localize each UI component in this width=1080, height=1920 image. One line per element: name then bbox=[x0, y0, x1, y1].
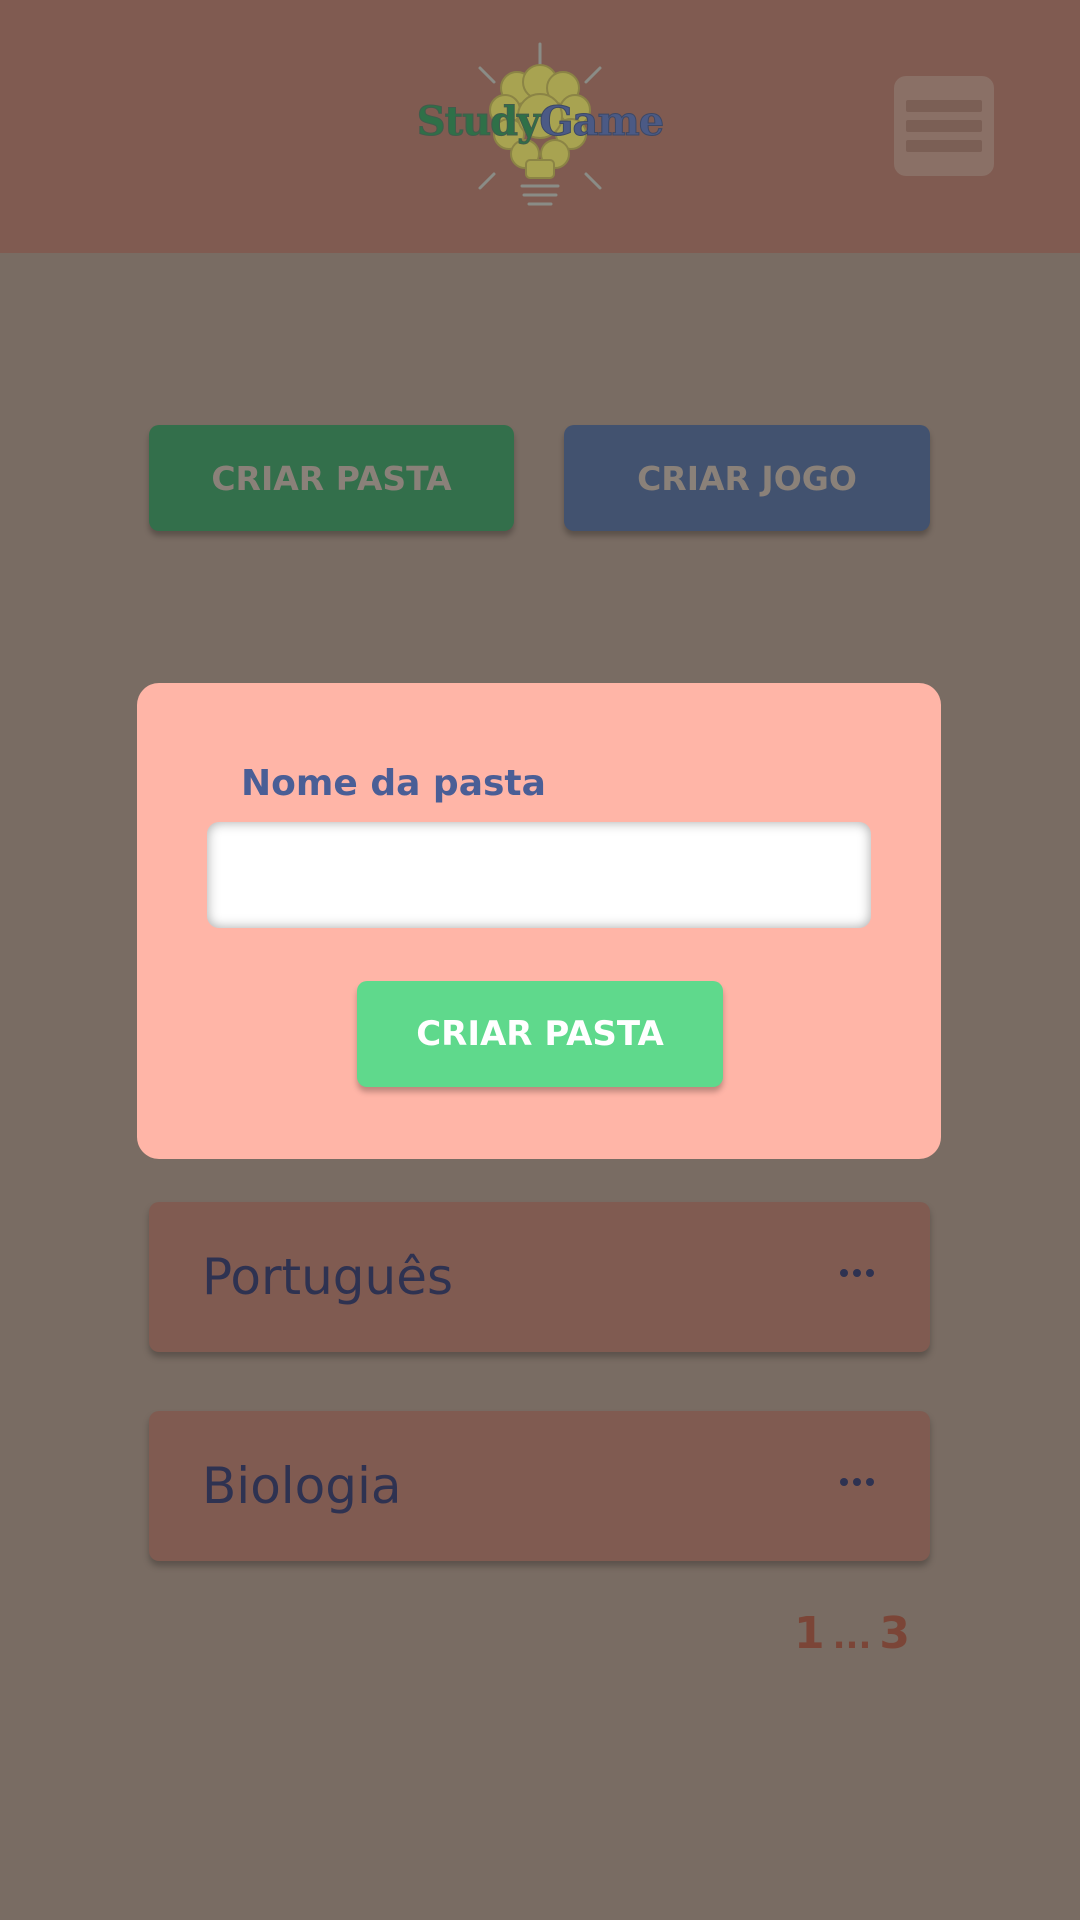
study-game-logo[interactable]: StudyGame bbox=[405, 38, 675, 218]
create-game-button[interactable]: CRIAR JOGO bbox=[564, 425, 930, 531]
folder-item-biologia[interactable]: Biologia bbox=[149, 1411, 930, 1561]
folder-name: Biologia bbox=[202, 1457, 402, 1515]
page-ellipsis: ... bbox=[832, 1617, 872, 1657]
logo-wordmark: StudyGame bbox=[409, 98, 671, 146]
page-last[interactable]: 3 bbox=[879, 1608, 910, 1659]
app-header: StudyGame bbox=[0, 0, 1080, 253]
folder-name: Português bbox=[202, 1248, 454, 1306]
hamburger-menu-button[interactable] bbox=[894, 76, 994, 176]
submit-create-folder-button[interactable]: CRIAR PASTA bbox=[357, 981, 723, 1087]
folder-name-input[interactable] bbox=[207, 822, 871, 928]
logo-word-study: Study bbox=[416, 98, 541, 146]
folder-item-portugues[interactable]: Português bbox=[149, 1202, 930, 1352]
page-current[interactable]: 1 bbox=[794, 1608, 825, 1659]
logo-word-game: Game bbox=[539, 98, 665, 146]
folder-name-label: Nome da pasta bbox=[241, 763, 546, 804]
pagination: 1 ... 3 bbox=[794, 1608, 910, 1659]
more-dots-icon[interactable] bbox=[839, 1267, 875, 1279]
create-folder-modal: Nome da pasta CRIAR PASTA bbox=[137, 683, 941, 1159]
more-dots-icon[interactable] bbox=[839, 1476, 875, 1488]
create-folder-button[interactable]: CRIAR PASTA bbox=[149, 425, 514, 531]
